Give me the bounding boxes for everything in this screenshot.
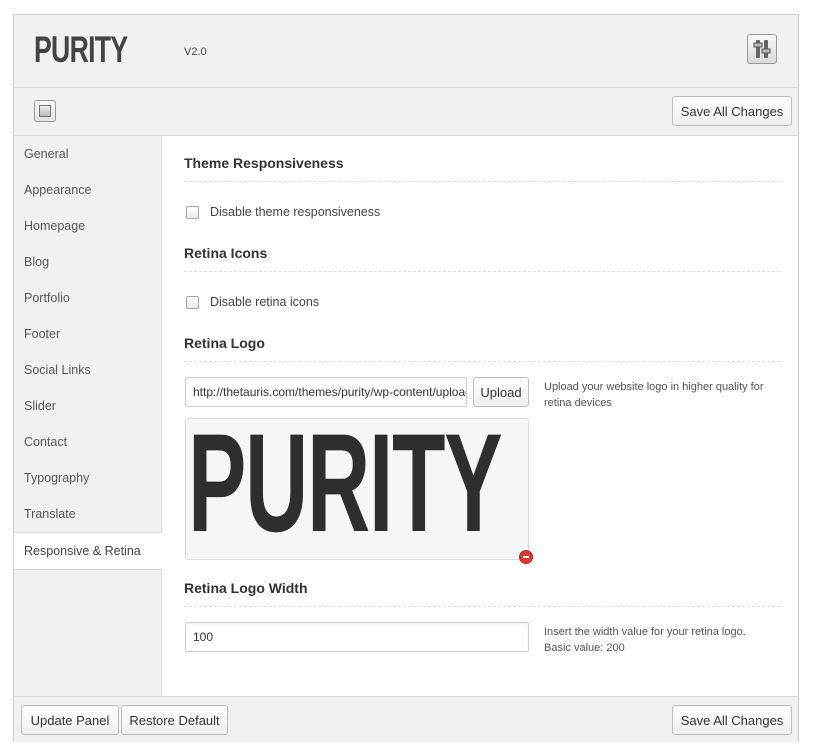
update-panel-button[interactable]: Update Panel [21, 705, 119, 735]
sidebar: General Appearance Homepage Blog Portfol… [14, 136, 162, 696]
sidebar-item-footer[interactable]: Footer [14, 316, 161, 352]
sidebar-item-general[interactable]: General [14, 136, 161, 172]
panel-footer: Update Panel Restore Default Save All Ch… [14, 696, 798, 742]
section-title-theme-responsiveness: Theme Responsiveness [184, 155, 344, 171]
sidebar-item-contact[interactable]: Contact [14, 424, 161, 460]
upload-button[interactable]: Upload [473, 377, 529, 407]
disable-retina-icons-checkbox[interactable] [186, 295, 199, 309]
remove-icon[interactable] [519, 550, 533, 564]
sidebar-item-typography[interactable]: Typography [14, 460, 161, 496]
sidebar-item-translate[interactable]: Translate [14, 496, 161, 532]
preview-logo-text: PURITY [188, 418, 503, 560]
disable-responsiveness-checkbox[interactable] [186, 205, 199, 219]
sidebar-item-portfolio[interactable]: Portfolio [14, 280, 161, 316]
disable-retina-icons-row: Disable retina icons [186, 295, 319, 309]
retina-logo-url-input[interactable]: http://thetauris.com/themes/purity/wp-co… [185, 377, 467, 407]
save-all-changes-button-bottom[interactable]: Save All Changes [672, 705, 792, 735]
toggle-panel-button[interactable] [34, 100, 56, 122]
save-all-changes-button-top[interactable]: Save All Changes [672, 96, 792, 126]
panel-header: PURITY V2.0 [14, 15, 798, 88]
disable-responsiveness-row: Disable theme responsiveness [186, 205, 380, 219]
retina-logo-help: Upload your website logo in higher quali… [544, 381, 764, 409]
panel-toggle-icon [39, 105, 51, 117]
sidebar-item-social-links[interactable]: Social Links [14, 352, 161, 388]
theme-logo: PURITY [34, 29, 128, 70]
divider [184, 181, 780, 182]
retina-logo-preview: PURITY [185, 418, 529, 560]
retina-logo-width-help: Insert the width value for your retina l… [544, 624, 784, 656]
sidebar-item-slider[interactable]: Slider [14, 388, 161, 424]
retina-logo-width-help-line2: Basic value: 200 [544, 642, 625, 654]
settings-button[interactable] [747, 34, 777, 64]
section-title-retina-icons: Retina Icons [184, 245, 268, 261]
sliders-icon [753, 40, 771, 58]
sidebar-item-responsive-retina[interactable]: Responsive & Retina [14, 532, 162, 570]
main-content: Theme Responsiveness Disable theme respo… [162, 136, 798, 696]
section-title-retina-logo: Retina Logo [184, 335, 265, 351]
divider [184, 271, 780, 272]
retina-logo-width-help-line1: Insert the width value for your retina l… [544, 626, 746, 638]
sidebar-item-blog[interactable]: Blog [14, 244, 161, 280]
divider [184, 361, 780, 362]
restore-default-button[interactable]: Restore Default [121, 705, 228, 735]
options-panel: PURITY V2.0 Save All Changes General App… [13, 14, 799, 742]
top-toolbar: Save All Changes [14, 88, 798, 136]
sidebar-item-homepage[interactable]: Homepage [14, 208, 161, 244]
retina-logo-width-input[interactable]: 100 [185, 622, 529, 652]
version-label: V2.0 [184, 46, 207, 58]
disable-retina-icons-label[interactable]: Disable retina icons [210, 295, 319, 309]
disable-responsiveness-label[interactable]: Disable theme responsiveness [210, 205, 380, 219]
section-title-retina-logo-width: Retina Logo Width [184, 580, 308, 596]
sidebar-item-appearance[interactable]: Appearance [14, 172, 161, 208]
divider [184, 606, 780, 607]
